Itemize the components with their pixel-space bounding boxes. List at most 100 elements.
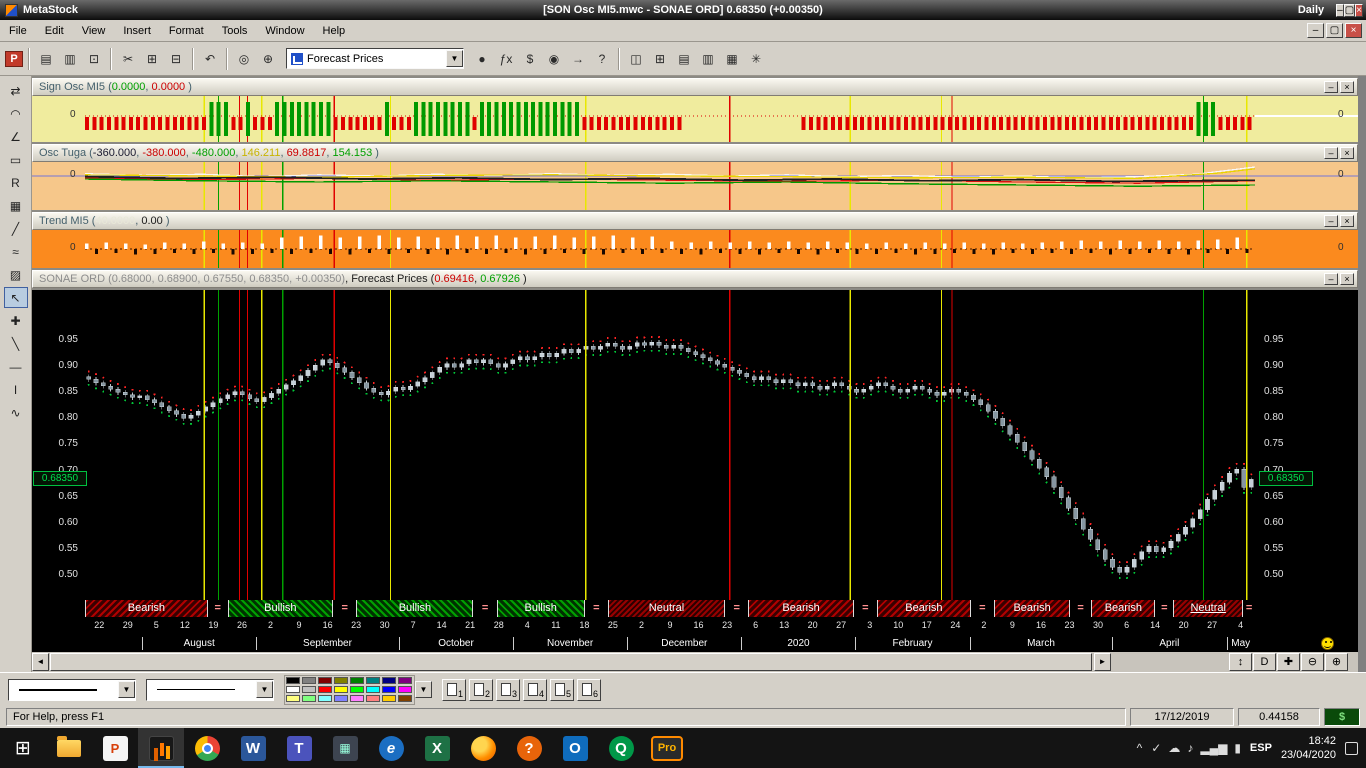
vertical-scale-button[interactable]: ↕ bbox=[1229, 653, 1252, 671]
help-pointer-icon[interactable]: ? bbox=[591, 49, 613, 69]
battery-icon[interactable]: ▮ bbox=[1234, 741, 1241, 755]
chrome-icon[interactable] bbox=[184, 728, 230, 768]
dollar-icon[interactable]: $ bbox=[519, 49, 541, 69]
close-button[interactable]: × bbox=[1345, 23, 1362, 38]
palette-color[interactable] bbox=[398, 686, 412, 693]
sign-osc-plot[interactable]: 00 bbox=[32, 96, 1358, 142]
palette-color[interactable] bbox=[398, 677, 412, 684]
qlik-icon[interactable]: Q bbox=[598, 728, 644, 768]
excel-icon[interactable]: X bbox=[414, 728, 460, 768]
palette-color[interactable] bbox=[334, 677, 348, 684]
print-icon[interactable]: ▥ bbox=[59, 49, 81, 69]
menu-format[interactable]: Format bbox=[160, 22, 213, 40]
undo-icon[interactable]: ↶ bbox=[199, 49, 221, 69]
palette-color[interactable] bbox=[334, 686, 348, 693]
zigzag-tool[interactable]: ≈ bbox=[4, 241, 28, 262]
edge-icon[interactable]: e bbox=[368, 728, 414, 768]
palette-color[interactable] bbox=[350, 686, 364, 693]
sign-osc-panel-header[interactable]: Sign Osc MI5 (0.0000, 0.0000 ) –× bbox=[32, 78, 1358, 96]
palette-color[interactable] bbox=[366, 695, 380, 702]
network-signal-icon[interactable]: ▂▄▆ bbox=[1200, 741, 1227, 755]
osc-tuga-panel-header[interactable]: Osc Tuga (-360.000, -380.000, -480.000, … bbox=[32, 144, 1358, 162]
security-check-icon[interactable]: ✓ bbox=[1151, 741, 1161, 755]
palette-color[interactable] bbox=[350, 695, 364, 702]
palette-color[interactable] bbox=[366, 686, 380, 693]
layout-grid-icon[interactable]: ▦ bbox=[721, 49, 743, 69]
help-app-icon[interactable]: ? bbox=[506, 728, 552, 768]
cloud-icon[interactable]: ☁ bbox=[1168, 741, 1180, 755]
periodicity-label[interactable]: Daily bbox=[1298, 4, 1324, 16]
zoom-page-icon[interactable]: ⊕ bbox=[257, 49, 279, 69]
line-weight-dropdown[interactable]: ▼ bbox=[8, 679, 136, 701]
price-plot[interactable]: 0.68350 0.68350 0.950.950.900.900.850.85… bbox=[32, 290, 1358, 600]
layout-columns-icon[interactable]: ▥ bbox=[697, 49, 719, 69]
palette-color[interactable] bbox=[318, 686, 332, 693]
palette-color[interactable] bbox=[302, 677, 316, 684]
p3-app-icon[interactable]: P bbox=[92, 728, 138, 768]
palette-color[interactable] bbox=[302, 695, 316, 702]
cut-icon[interactable]: ✂ bbox=[117, 49, 139, 69]
panel-close-button[interactable]: × bbox=[1340, 215, 1354, 227]
calculator-icon[interactable]: ▦ bbox=[322, 728, 368, 768]
select-arrow-tool[interactable]: ↖ bbox=[4, 287, 28, 308]
layout-page-button-5[interactable]: 5 bbox=[550, 679, 574, 701]
close-button[interactable]: × bbox=[1355, 4, 1363, 17]
horizontal-line-tool[interactable]: — bbox=[4, 356, 28, 377]
menu-tools[interactable]: Tools bbox=[213, 22, 257, 40]
forecast-prices-dropdown[interactable]: Forecast Prices ▼ bbox=[286, 48, 464, 69]
smiley-icon[interactable] bbox=[1321, 637, 1334, 650]
zoom-out-button[interactable]: ⊖ bbox=[1301, 653, 1324, 671]
data-window-button[interactable]: D bbox=[1253, 653, 1276, 671]
move-chart-button[interactable]: ✚ bbox=[1277, 653, 1300, 671]
tray-expand-icon[interactable]: ^ bbox=[1137, 741, 1143, 755]
restore-button[interactable]: ▢ bbox=[1344, 4, 1355, 17]
taskbar-clock[interactable]: 18:42 23/04/2020 bbox=[1281, 734, 1336, 762]
minimize-button[interactable]: – bbox=[1336, 4, 1344, 17]
crosshair-icon[interactable]: ◎ bbox=[233, 49, 255, 69]
go-arrow-icon[interactable]: → bbox=[567, 49, 589, 69]
print-preview-icon[interactable]: ⊡ bbox=[83, 49, 105, 69]
palette-color[interactable] bbox=[318, 677, 332, 684]
palette-color[interactable] bbox=[382, 686, 396, 693]
layout-tile-icon[interactable]: ⊞ bbox=[649, 49, 671, 69]
panel-minimize-button[interactable]: – bbox=[1324, 215, 1338, 227]
palette-arrow-icon[interactable]: ▼ bbox=[415, 681, 432, 698]
zoom-in-button[interactable]: ⊕ bbox=[1325, 653, 1348, 671]
grid-tool[interactable]: ▦ bbox=[4, 195, 28, 216]
panel-minimize-button[interactable]: – bbox=[1324, 81, 1338, 93]
dropdown-arrow-icon[interactable]: ▼ bbox=[118, 681, 135, 698]
menu-help[interactable]: Help bbox=[314, 22, 355, 40]
menu-file[interactable]: File bbox=[0, 22, 36, 40]
vertical-line-tool[interactable]: I bbox=[4, 379, 28, 400]
panel-close-button[interactable]: × bbox=[1340, 273, 1354, 285]
restore-button[interactable]: ▢ bbox=[1326, 23, 1343, 38]
palette-color[interactable] bbox=[318, 695, 332, 702]
layout-page-button-3[interactable]: 3 bbox=[496, 679, 520, 701]
menu-edit[interactable]: Edit bbox=[36, 22, 73, 40]
menu-window[interactable]: Window bbox=[256, 22, 313, 40]
firefox-icon[interactable] bbox=[460, 728, 506, 768]
palette-color[interactable] bbox=[302, 686, 316, 693]
dropdown-arrow-icon[interactable]: ▼ bbox=[256, 681, 273, 698]
minimize-button[interactable]: – bbox=[1307, 23, 1324, 38]
copy-icon[interactable]: ⊞ bbox=[141, 49, 163, 69]
trend-plot[interactable]: 00 bbox=[32, 230, 1358, 268]
layout-page-button-2[interactable]: 2 bbox=[469, 679, 493, 701]
line-style-dropdown[interactable]: ▼ bbox=[146, 679, 274, 701]
palette-color[interactable] bbox=[286, 695, 300, 702]
pattern-fill-tool[interactable]: ▨ bbox=[4, 264, 28, 285]
trend-slope-tool[interactable]: ∠ bbox=[4, 126, 28, 147]
outlook-icon[interactable]: O bbox=[552, 728, 598, 768]
curve-tool[interactable]: ∿ bbox=[4, 402, 28, 423]
indicator-globe-icon[interactable]: ● bbox=[471, 49, 493, 69]
osc-tuga-plot[interactable]: 00 bbox=[32, 162, 1358, 210]
action-center-icon[interactable] bbox=[1345, 742, 1358, 755]
paste-icon[interactable]: ⊟ bbox=[165, 49, 187, 69]
layout-rows-icon[interactable]: ▤ bbox=[673, 49, 695, 69]
start-button[interactable]: ⊞ bbox=[0, 728, 46, 768]
panel-minimize-button[interactable]: – bbox=[1324, 147, 1338, 159]
power-console-icon[interactable]: P bbox=[5, 51, 23, 67]
function-icon[interactable]: ƒx bbox=[495, 49, 517, 69]
arc-tool[interactable]: ◠ bbox=[4, 103, 28, 124]
menu-view[interactable]: View bbox=[73, 22, 115, 40]
